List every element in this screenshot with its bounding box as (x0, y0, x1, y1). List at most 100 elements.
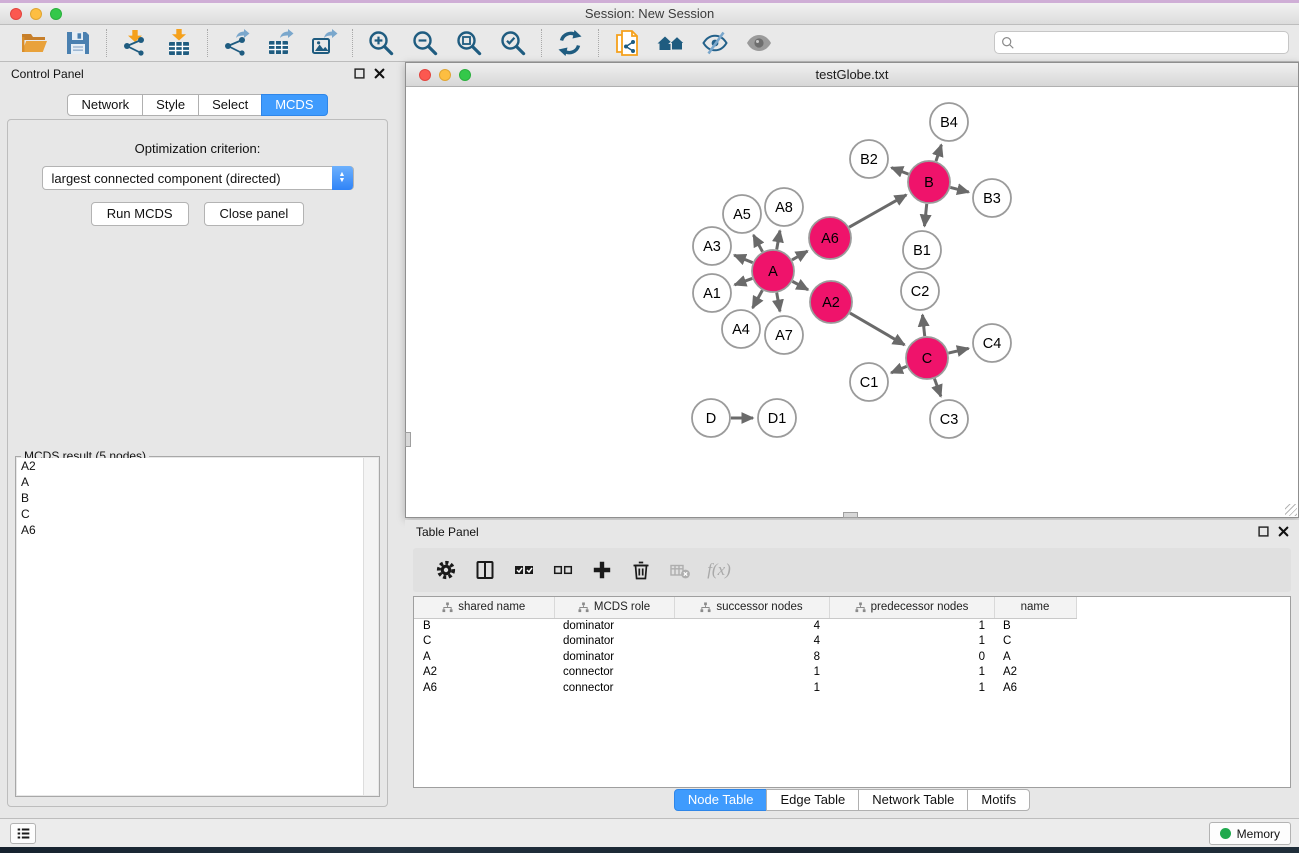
graph-edge-C-C4[interactable] (948, 348, 968, 353)
table-cell[interactable]: A6 (414, 680, 554, 696)
import-network-icon[interactable] (120, 28, 150, 58)
column-layout-icon[interactable] (470, 557, 500, 583)
tab-style[interactable]: Style (142, 94, 199, 116)
zoom-fit-icon[interactable] (454, 28, 484, 58)
table-cell[interactable]: A2 (414, 665, 554, 681)
mcds-result-item[interactable]: A6 (17, 522, 363, 538)
graph-node-A2[interactable]: A2 (810, 281, 852, 323)
save-session-icon[interactable] (63, 28, 93, 58)
graph-edge-B-B4[interactable] (936, 145, 941, 161)
graph-edge-A-A2[interactable] (792, 281, 808, 289)
table-cell[interactable]: C (994, 634, 1076, 650)
memory-button[interactable]: Memory (1209, 822, 1291, 845)
task-history-button[interactable] (10, 823, 36, 844)
graph-edge-B-B3[interactable] (950, 187, 968, 192)
close-table-panel-icon[interactable] (1278, 526, 1289, 537)
table-cell[interactable]: A (994, 649, 1076, 665)
add-column-icon[interactable] (587, 557, 617, 583)
mcds-result-item[interactable]: B (17, 490, 363, 506)
graph-node-D1[interactable]: D1 (758, 399, 796, 437)
graph-node-B2[interactable]: B2 (850, 140, 888, 178)
criterion-select[interactable]: largest connected component (directed) ▲… (42, 166, 354, 190)
graph-node-B1[interactable]: B1 (903, 231, 941, 269)
table-cell[interactable]: connector (554, 665, 674, 681)
table-cell[interactable]: 1 (829, 680, 994, 696)
graph-edge-A-A6[interactable] (792, 251, 807, 260)
table-row[interactable]: Cdominator41C (414, 634, 1290, 650)
close-panel-icon[interactable] (374, 68, 385, 79)
table-cell[interactable]: dominator (554, 634, 674, 650)
table-cell[interactable]: A6 (994, 680, 1076, 696)
mcds-result-item[interactable]: A (17, 474, 363, 490)
graph-node-C1[interactable]: C1 (850, 363, 888, 401)
graph-edge-A-A3[interactable] (734, 255, 752, 263)
graph-node-C4[interactable]: C4 (973, 324, 1011, 362)
table-cell[interactable]: 4 (674, 634, 829, 650)
open-session-icon[interactable] (19, 28, 49, 58)
graph-edge-B-B1[interactable] (924, 204, 926, 226)
graph-node-A3[interactable]: A3 (693, 227, 731, 265)
graph-edge-C-C2[interactable] (922, 315, 924, 336)
table-tab-network-table[interactable]: Network Table (858, 789, 968, 811)
run-mcds-button[interactable]: Run MCDS (91, 202, 189, 226)
graph-node-C[interactable]: C (906, 337, 948, 379)
table-row[interactable]: A2connector11A2 (414, 665, 1290, 681)
graph-edge-A6-B[interactable] (849, 195, 906, 227)
node-table[interactable]: shared nameMCDS rolesuccessor nodesprede… (413, 596, 1291, 788)
import-table-icon[interactable] (164, 28, 194, 58)
graph-edge-A-A1[interactable] (735, 278, 753, 284)
search-input[interactable] (1015, 36, 1288, 50)
network-window-titlebar[interactable]: testGlobe.txt (406, 63, 1298, 87)
graph-node-C3[interactable]: C3 (930, 400, 968, 438)
bottom-divider-grip[interactable] (843, 512, 858, 518)
graph-node-A4[interactable]: A4 (722, 310, 760, 348)
graph-node-B4[interactable]: B4 (930, 103, 968, 141)
graph-node-C2[interactable]: C2 (901, 272, 939, 310)
graph-node-A5[interactable]: A5 (723, 195, 761, 233)
export-image-icon[interactable] (309, 28, 339, 58)
table-row[interactable]: Adominator80A (414, 649, 1290, 665)
network-document-icon[interactable] (612, 28, 642, 58)
table-tab-node-table[interactable]: Node Table (674, 789, 768, 811)
column-header-successor-nodes[interactable]: successor nodes (674, 597, 829, 618)
graph-node-A[interactable]: A (752, 250, 794, 292)
table-cell[interactable]: C (414, 634, 554, 650)
close-panel-button[interactable]: Close panel (204, 202, 305, 226)
column-header-name[interactable]: name (994, 597, 1076, 618)
zoom-in-icon[interactable] (366, 28, 396, 58)
graph-node-D[interactable]: D (692, 399, 730, 437)
search-field[interactable] (994, 31, 1289, 54)
table-row[interactable]: Bdominator41B (414, 618, 1290, 634)
select-all-icon[interactable] (509, 557, 539, 583)
graph-edge-A-A4[interactable] (753, 290, 763, 308)
graph-node-A6[interactable]: A6 (809, 217, 851, 259)
table-cell[interactable]: 1 (829, 665, 994, 681)
float-table-panel-icon[interactable] (1258, 526, 1269, 537)
tab-mcds[interactable]: MCDS (261, 94, 327, 116)
graph-node-B3[interactable]: B3 (973, 179, 1011, 217)
column-header-shared-name[interactable]: shared name (414, 597, 554, 618)
graph-edge-B-B2[interactable] (891, 168, 908, 175)
export-network-icon[interactable] (221, 28, 251, 58)
mcds-result-item[interactable]: A2 (17, 458, 363, 474)
result-scrollbar[interactable] (363, 458, 378, 795)
table-cell[interactable]: 1 (829, 634, 994, 650)
graph-edge-A-A8[interactable] (777, 231, 780, 250)
table-cell[interactable]: 4 (674, 618, 829, 634)
home-neighbors-icon[interactable] (656, 28, 686, 58)
graph-edge-A-A5[interactable] (753, 235, 762, 252)
table-cell[interactable]: 8 (674, 649, 829, 665)
table-cell[interactable]: A2 (994, 665, 1076, 681)
table-cell[interactable]: B (994, 618, 1076, 634)
settings-gear-icon[interactable] (431, 557, 461, 583)
table-cell[interactable]: A (414, 649, 554, 665)
refresh-layout-icon[interactable] (555, 28, 585, 58)
table-tab-motifs[interactable]: Motifs (967, 789, 1030, 811)
hide-selected-icon[interactable] (700, 28, 730, 58)
table-cell[interactable]: 1 (674, 680, 829, 696)
show-all-icon[interactable] (744, 28, 774, 58)
graph-node-A7[interactable]: A7 (765, 316, 803, 354)
graph-node-A1[interactable]: A1 (693, 274, 731, 312)
graph-edge-A2-C[interactable] (850, 313, 905, 345)
mcds-result-list[interactable]: A2ABCA6 (17, 458, 363, 795)
